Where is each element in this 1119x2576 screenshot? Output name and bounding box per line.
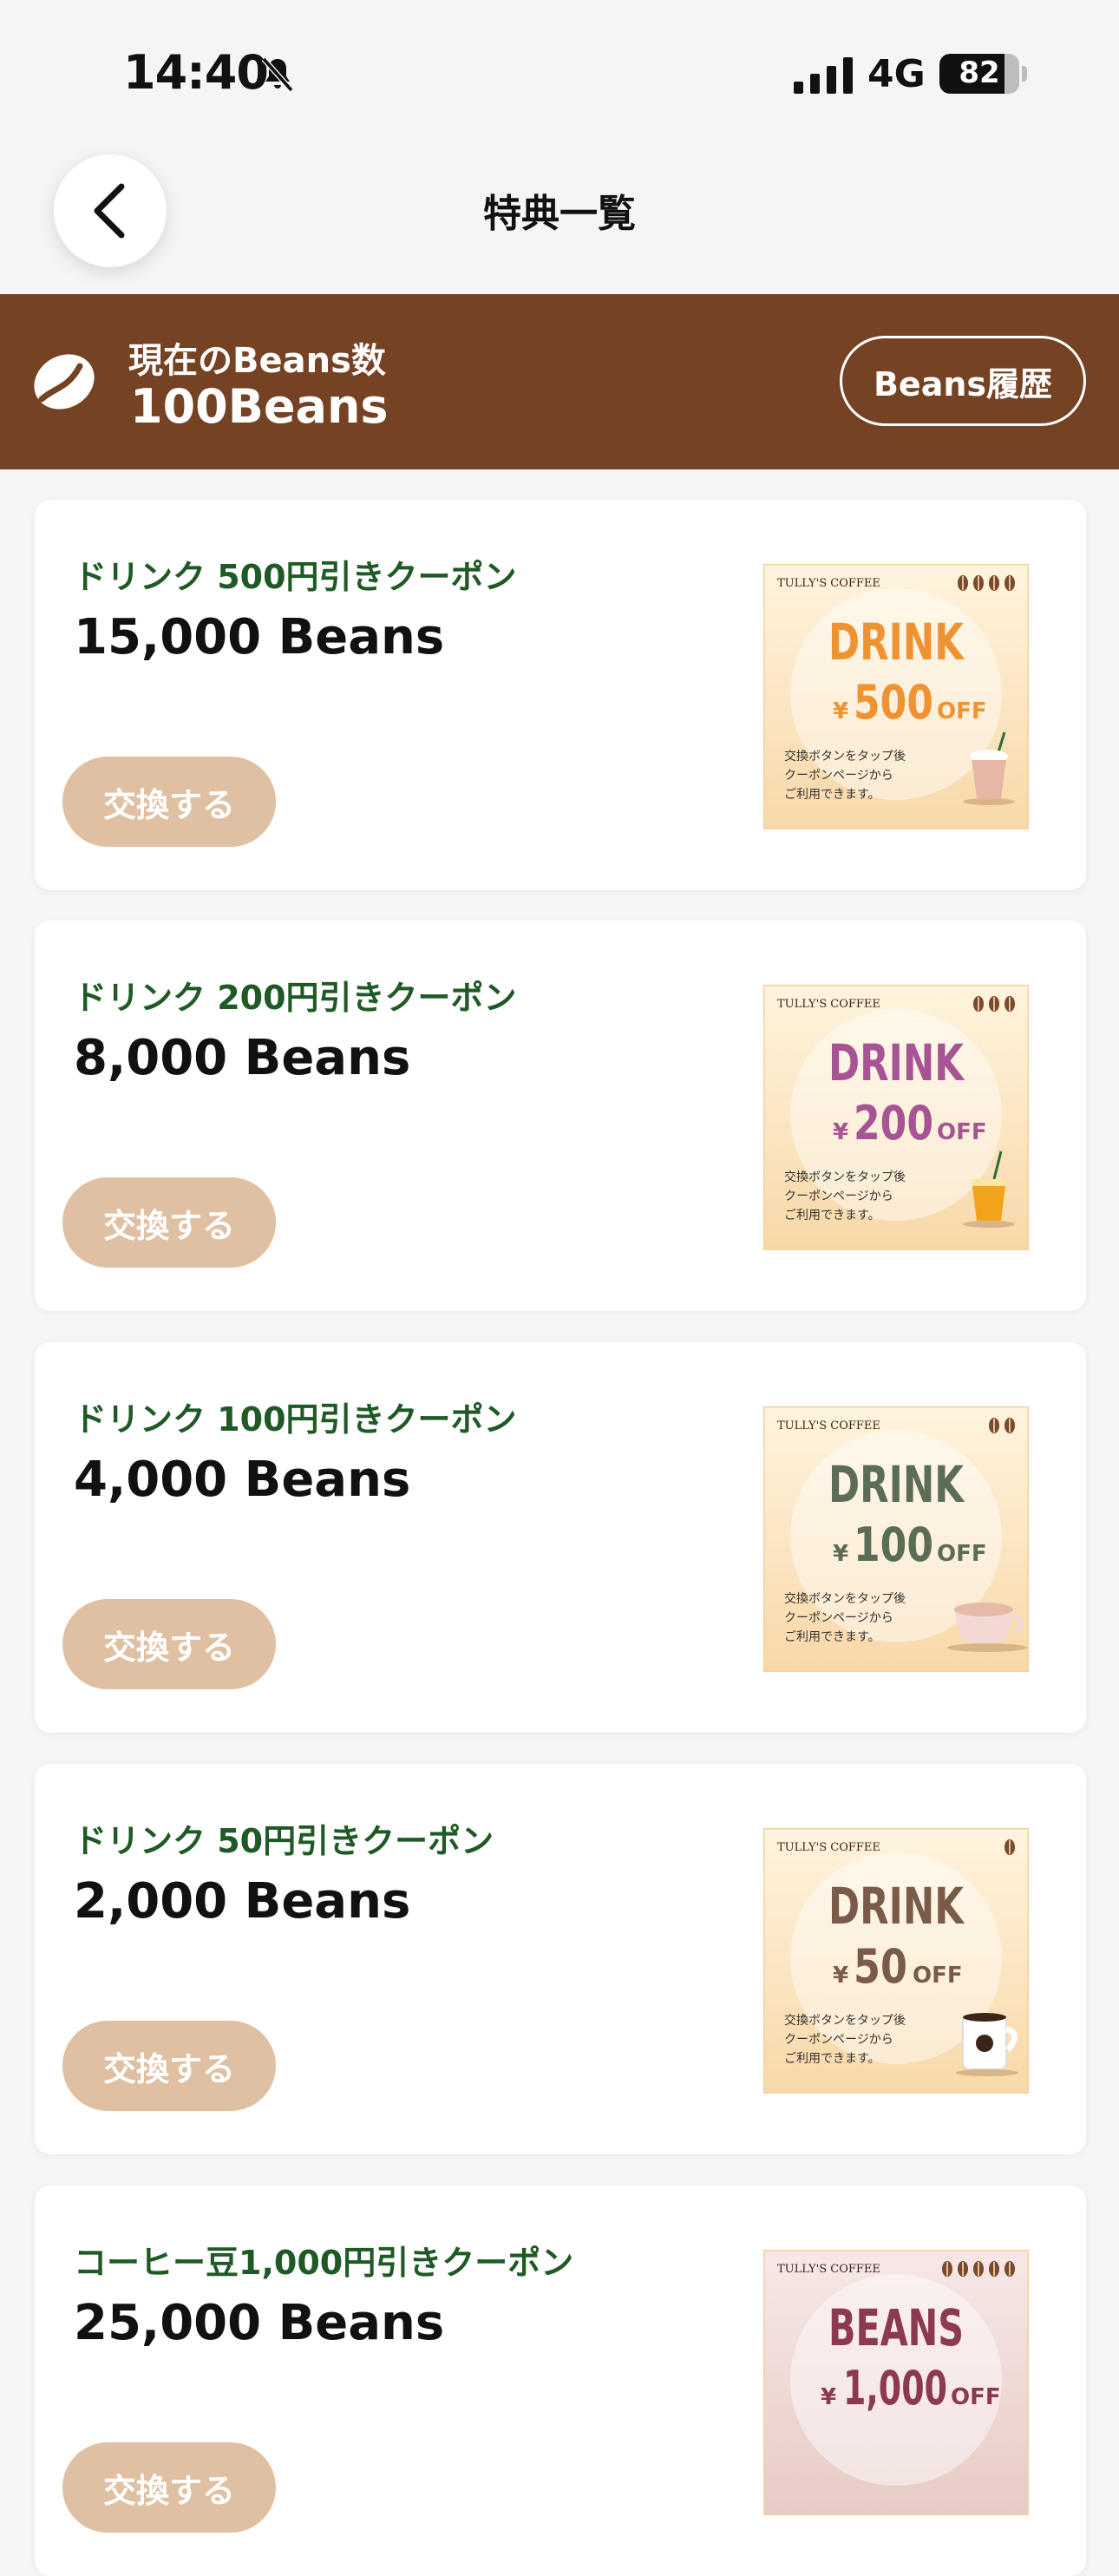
coupon-off: OFF bbox=[951, 2384, 1001, 2410]
beans-history-button[interactable]: Beans履歴 bbox=[840, 336, 1086, 426]
coupon-brand: TULLY'S COFFEE bbox=[777, 577, 880, 590]
page-title: 特典一覧 bbox=[483, 192, 636, 236]
coupon-name: ドリンク 50円引きクーポン bbox=[74, 1822, 494, 1860]
coupon-headline: DRINK bbox=[828, 1033, 965, 1092]
coupon-off: OFF bbox=[937, 1541, 987, 1567]
coupon-headline: DRINK bbox=[828, 1455, 965, 1514]
coupon-image: TULLY'S COFFEE DRINK ¥ 100 OFF 交換ボタンをタップ後クーポン… bbox=[763, 1406, 1029, 1672]
coupon-note-3: ご利用できます。 bbox=[784, 1630, 880, 1644]
coupon-yen: ¥ bbox=[833, 1119, 848, 1145]
coupon-brand: TULLY'S COFFEE bbox=[777, 1841, 880, 1854]
coupon-brand: TULLY'S COFFEE bbox=[777, 2263, 880, 2276]
coupon-note-3: ご利用できます。 bbox=[784, 1209, 880, 1222]
coupon-amount: 50 bbox=[854, 1939, 907, 1994]
coupon-amount: 200 bbox=[854, 1096, 933, 1150]
coupon-amount: 100 bbox=[854, 1517, 933, 1572]
coupon-note-2: クーポンページから bbox=[784, 2033, 893, 2047]
coupon-cost: 15,000 Beans bbox=[74, 609, 445, 665]
coupon-image: TULLY'S COFFEE BEANS ¥ 1,000 OFF bbox=[763, 2250, 1029, 2515]
coupon-note-2: クーポンページから bbox=[784, 769, 893, 783]
coupon-off: OFF bbox=[937, 698, 987, 724]
beans-balance-label: 現在のBeans数 bbox=[128, 341, 386, 381]
coupon-yen: ¥ bbox=[821, 2384, 836, 2410]
coupon-note-1: 交換ボタンをタップ後 bbox=[784, 2013, 906, 2028]
coupon-image: TULLY'S COFFEE DRINK ¥ 500 OFF 交換ボタンをタップ後クーポン… bbox=[763, 564, 1029, 829]
coupon-name: ドリンク 200円引きクーポン bbox=[74, 979, 517, 1017]
exchange-button[interactable]: 交換する bbox=[62, 757, 276, 847]
coupon-cost: 4,000 Beans bbox=[74, 1452, 411, 1508]
coupon-amount: 500 bbox=[854, 675, 933, 730]
beans-balance-count: 100Beans bbox=[130, 379, 389, 434]
coupon-yen: ¥ bbox=[833, 1541, 848, 1567]
coupon-cost: 25,000 Beans bbox=[74, 2295, 445, 2351]
coupon-headline: DRINK bbox=[828, 1877, 965, 1936]
coupon-card: ドリンク 100円引きクーポン 4,000 Beans 交換する TULLY'S CO… bbox=[35, 1342, 1086, 1733]
coupon-yen: ¥ bbox=[833, 1963, 848, 1989]
coupon-card: ドリンク 200円引きクーポン 8,000 Beans 交換する TULLY'S CO… bbox=[35, 921, 1086, 1311]
coupon-yen: ¥ bbox=[833, 698, 848, 724]
coupon-image: TULLY'S COFFEE DRINK ¥ 50 OFF 交換ボタンをタップ後クーポンペ… bbox=[763, 1828, 1029, 2094]
exchange-button[interactable]: 交換する bbox=[62, 2021, 276, 2111]
coupon-note-3: ご利用できます。 bbox=[784, 2052, 880, 2066]
coupon-cost: 2,000 Beans bbox=[74, 1873, 411, 1930]
bell-muted-icon bbox=[261, 56, 294, 93]
coupon-card: ドリンク 500円引きクーポン 15,000 Beans 交換する TULLY'S C… bbox=[35, 500, 1086, 890]
status-time: 14:40 bbox=[123, 45, 269, 100]
coupon-note-3: ご利用できます。 bbox=[784, 788, 880, 802]
exchange-button[interactable]: 交換する bbox=[62, 1599, 276, 1689]
coupon-off: OFF bbox=[913, 1963, 963, 1989]
coupon-note-2: クーポンページから bbox=[784, 1611, 893, 1625]
battery-level: 82 bbox=[959, 56, 1000, 90]
coupon-image: TULLY'S COFFEE DRINK ¥ 200 OFF 交換ボタンをタップ後クーポン… bbox=[763, 985, 1029, 1250]
exchange-button[interactable]: 交換する bbox=[62, 1177, 276, 1268]
coupon-amount: 1,000 bbox=[843, 2361, 947, 2415]
cellular-signal-icon bbox=[794, 57, 853, 94]
coupon-name: ドリンク 100円引きクーポン bbox=[74, 1400, 517, 1439]
coupon-off: OFF bbox=[937, 1119, 987, 1145]
coupon-cost: 8,000 Beans bbox=[74, 1030, 411, 1086]
battery-icon: 82 bbox=[939, 54, 1019, 94]
exchange-button[interactable]: 交換する bbox=[62, 2442, 276, 2533]
coupon-note-1: 交換ボタンをタップ後 bbox=[784, 749, 906, 764]
coupon-name: コーヒー豆1,000円引きクーポン bbox=[74, 2244, 574, 2282]
coupon-headline: BEANS bbox=[828, 2298, 964, 2357]
status-bar: 14:40 4G 82 bbox=[0, 0, 1119, 147]
coupon-note-1: 交換ボタンをタップ後 bbox=[784, 1591, 906, 1606]
coupon-brand: TULLY'S COFFEE bbox=[777, 1419, 880, 1432]
battery-cap bbox=[1022, 66, 1027, 82]
coupon-brand: TULLY'S COFFEE bbox=[777, 998, 880, 1011]
beans-balance-banner: 現在のBeans数 100Beans Beans履歴 bbox=[0, 294, 1119, 469]
coupon-headline: DRINK bbox=[828, 613, 965, 672]
coupon-note-1: 交換ボタンをタップ後 bbox=[784, 1170, 906, 1184]
coupon-name: ドリンク 500円引きクーポン bbox=[74, 558, 517, 596]
network-type: 4G bbox=[867, 52, 926, 96]
coffee-bean-icon bbox=[34, 354, 95, 410]
coupon-note-2: クーポンページから bbox=[784, 1190, 893, 1203]
coupon-card: コーヒー豆1,000円引きクーポン 25,000 Beans 交換する TULLY'S… bbox=[35, 2186, 1086, 2576]
coupon-card: ドリンク 50円引きクーポン 2,000 Beans 交換する TULLY'S COF… bbox=[35, 1764, 1086, 2154]
